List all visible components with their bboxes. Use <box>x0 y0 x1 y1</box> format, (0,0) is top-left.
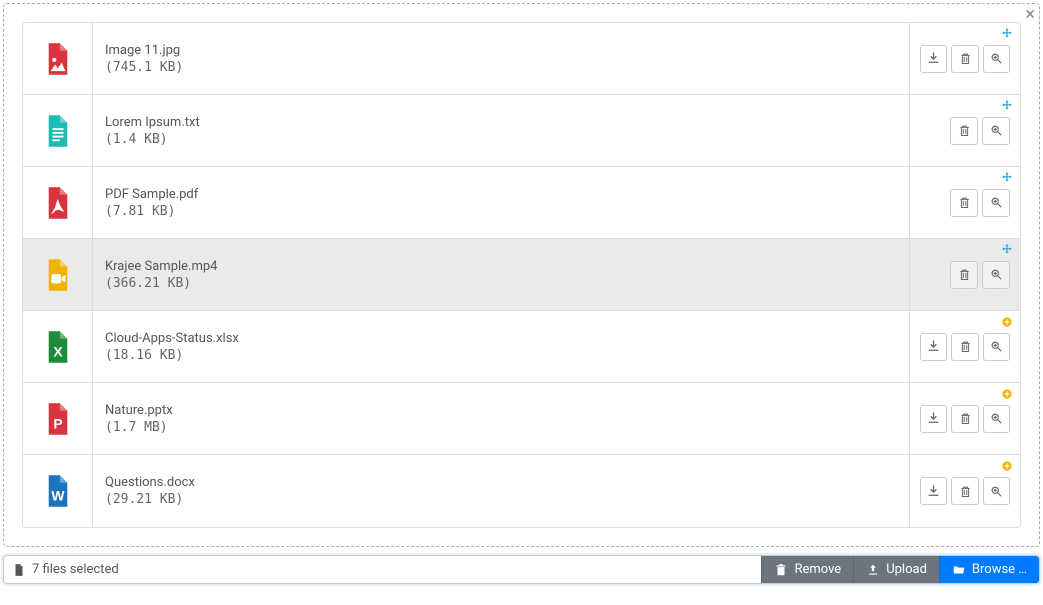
zoom-icon <box>989 411 1004 426</box>
file-info: PDF Sample.pdf (7.81 KB) <box>93 167 910 238</box>
zoom-button[interactable] <box>982 117 1010 145</box>
delete-icon <box>958 51 973 66</box>
file-name: Krajee Sample.mp4 <box>105 259 897 274</box>
download-icon <box>926 339 941 354</box>
file-row[interactable]: W Questions.docx (29.21 KB) <box>23 455 1020 527</box>
file-size: (7.81 KB) <box>105 204 897 219</box>
file-info: Image 11.jpg (745.1 KB) <box>93 23 910 94</box>
download-button[interactable] <box>920 405 947 433</box>
file-row[interactable]: Krajee Sample.mp4 (366.21 KB) <box>23 239 1020 311</box>
download-icon <box>926 51 941 66</box>
close-icon[interactable]: × <box>1025 6 1035 24</box>
file-name: Questions.docx <box>105 475 897 490</box>
file-row[interactable]: P Nature.pptx (1.7 MB) <box>23 383 1020 455</box>
file-row[interactable]: PDF Sample.pdf (7.81 KB) <box>23 167 1020 239</box>
file-type-icon: W <box>23 455 93 527</box>
file-list: Image 11.jpg (745.1 KB) Lorem Ipsum.txt (1.… <box>22 22 1021 528</box>
file-name: Cloud-Apps-Status.xlsx <box>105 331 897 346</box>
move-icon[interactable] <box>1000 171 1014 185</box>
delete-button[interactable] <box>950 261 978 289</box>
move-icon[interactable] <box>1000 243 1014 257</box>
delete-button[interactable] <box>950 117 978 145</box>
file-type-icon <box>23 23 93 94</box>
selection-caption: 7 files selected <box>4 556 761 583</box>
caption-text: 7 files selected <box>32 562 119 577</box>
delete-icon <box>957 267 972 282</box>
delete-button[interactable] <box>950 189 978 217</box>
folder-open-icon <box>952 563 966 577</box>
download-button[interactable] <box>920 477 947 505</box>
upload-label: Upload <box>886 562 927 577</box>
upload-icon <box>866 563 880 577</box>
zoom-icon <box>989 484 1004 499</box>
file-row[interactable]: X Cloud-Apps-Status.xlsx (18.16 KB) <box>23 311 1020 383</box>
delete-icon <box>957 195 972 210</box>
zoom-icon <box>989 123 1004 138</box>
zoom-button[interactable] <box>983 405 1010 433</box>
file-name: Lorem Ipsum.txt <box>105 115 897 130</box>
file-size: (18.16 KB) <box>105 348 897 363</box>
file-row[interactable]: Image 11.jpg (745.1 KB) <box>23 23 1020 95</box>
delete-icon <box>958 339 973 354</box>
delete-icon <box>958 411 973 426</box>
add-icon[interactable] <box>1000 315 1014 329</box>
delete-button[interactable] <box>951 405 978 433</box>
zoom-button[interactable] <box>983 477 1010 505</box>
file-info: Krajee Sample.mp4 (366.21 KB) <box>93 239 910 310</box>
file-type-icon <box>23 95 93 166</box>
file-icon <box>12 563 26 577</box>
file-size: (366.21 KB) <box>105 276 897 291</box>
zoom-button[interactable] <box>982 261 1010 289</box>
download-icon <box>926 411 941 426</box>
download-button[interactable] <box>920 333 947 361</box>
delete-button[interactable] <box>951 333 978 361</box>
add-icon[interactable] <box>1000 459 1014 473</box>
svg-text:X: X <box>53 343 63 359</box>
file-type-icon <box>23 239 93 310</box>
file-type-icon: X <box>23 311 93 382</box>
zoom-button[interactable] <box>982 189 1010 217</box>
delete-button[interactable] <box>951 477 978 505</box>
browse-button[interactable]: Browse … <box>939 556 1039 583</box>
file-size: (29.21 KB) <box>105 492 897 507</box>
file-name: Image 11.jpg <box>105 43 897 58</box>
trash-icon <box>774 563 788 577</box>
file-name: Nature.pptx <box>105 403 897 418</box>
svg-text:W: W <box>51 487 65 503</box>
zoom-button[interactable] <box>983 333 1010 361</box>
file-size: (1.4 KB) <box>105 132 897 147</box>
move-icon[interactable] <box>1000 99 1014 113</box>
zoom-icon <box>989 339 1004 354</box>
download-button[interactable] <box>920 45 947 73</box>
file-info: Cloud-Apps-Status.xlsx (18.16 KB) <box>93 311 910 382</box>
file-size: (745.1 KB) <box>105 60 897 75</box>
zoom-icon <box>989 51 1004 66</box>
browse-label: Browse … <box>972 562 1027 577</box>
zoom-button[interactable] <box>983 45 1010 73</box>
svg-text:P: P <box>53 415 62 431</box>
move-icon[interactable] <box>1000 27 1014 41</box>
delete-icon <box>957 123 972 138</box>
file-type-icon <box>23 167 93 238</box>
remove-label: Remove <box>794 562 841 577</box>
file-type-icon: P <box>23 383 93 454</box>
delete-icon <box>958 484 973 499</box>
download-icon <box>926 484 941 499</box>
file-size: (1.7 MB) <box>105 420 897 435</box>
file-info: Nature.pptx (1.7 MB) <box>93 383 910 454</box>
delete-button[interactable] <box>951 45 978 73</box>
add-icon[interactable] <box>1000 387 1014 401</box>
upload-button[interactable]: Upload <box>853 556 939 583</box>
file-name: PDF Sample.pdf <box>105 187 897 202</box>
zoom-icon <box>989 267 1004 282</box>
remove-button[interactable]: Remove <box>761 556 853 583</box>
file-info: Lorem Ipsum.txt (1.4 KB) <box>93 95 910 166</box>
zoom-icon <box>989 195 1004 210</box>
dropzone: × Image 11.jpg (745.1 KB) Lorem Ipsum.txt (… <box>3 3 1040 547</box>
footer-bar: 7 files selected Remove Upload Browse … <box>3 555 1040 584</box>
file-info: Questions.docx (29.21 KB) <box>93 455 910 527</box>
file-row[interactable]: Lorem Ipsum.txt (1.4 KB) <box>23 95 1020 167</box>
